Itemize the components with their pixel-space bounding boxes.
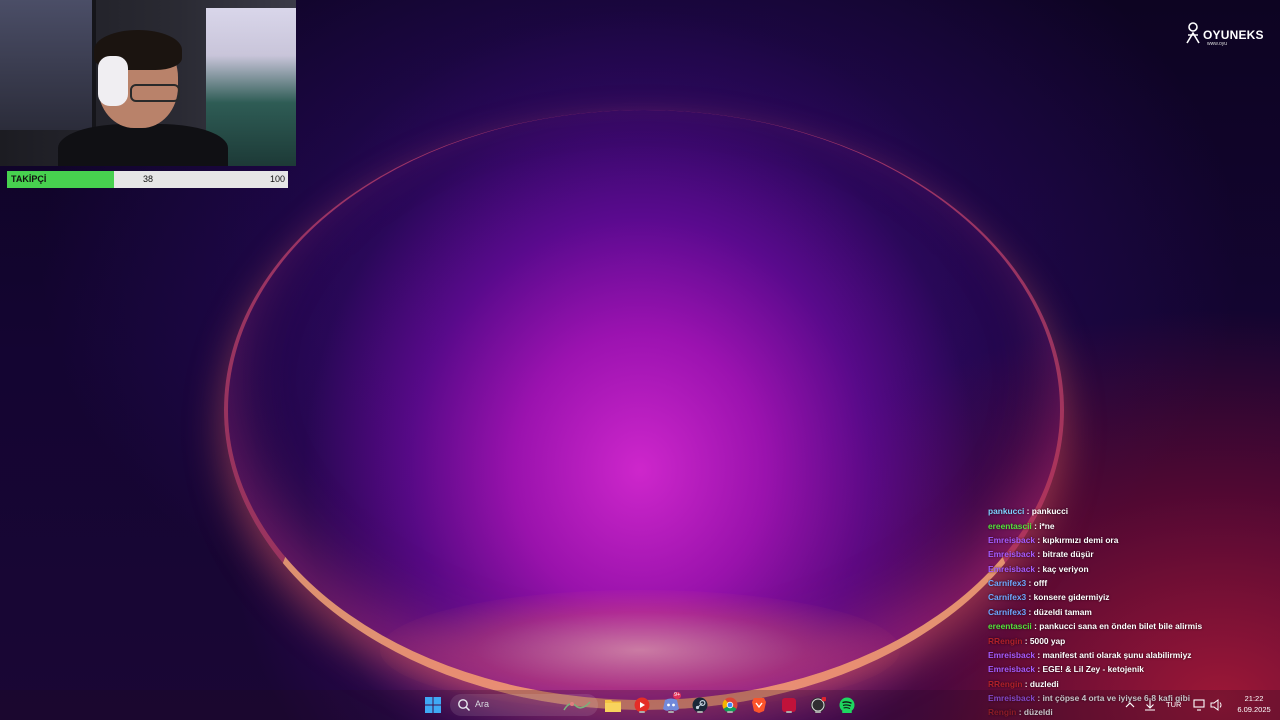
taskbar-obs[interactable] (809, 696, 827, 714)
discord-icon (663, 698, 679, 711)
running-indicator (639, 711, 645, 713)
chat-message: Emreisback : manifest anti olarak şunu a… (988, 650, 1191, 661)
chat-message: Emreisback : EGE! & Lil Zey - ketojenik (988, 664, 1144, 675)
chat-username: Carnifex3 (988, 578, 1027, 589)
chat-username: Carnifex3 (988, 606, 1027, 617)
chat-text: pankucci (1031, 506, 1069, 517)
taskbar-app-red[interactable] (780, 696, 798, 714)
chat-username: Emreisback (988, 649, 1036, 660)
chat-message: RRengin : duzledi (988, 679, 1059, 690)
chat-username: Emreisback (988, 535, 1036, 546)
chat-message: Emreisback : kıpkırmızı demi ora (988, 535, 1118, 546)
chat-username: RRengin (988, 678, 1023, 689)
chat-username: RRengin (988, 635, 1023, 646)
chat-text: duzledi (1029, 678, 1059, 689)
chat-username: Emreisback (988, 664, 1036, 675)
chat-text: bitrate düşür (1042, 549, 1094, 560)
chat-message: ereentascii : i*ne (988, 521, 1055, 532)
chat-message: ereentascii : pankucci sana en önden bil… (988, 621, 1202, 632)
chat-separator: : (1022, 678, 1030, 689)
logo-subtext: www.oyu (1207, 41, 1228, 47)
download-icon (1145, 700, 1155, 711)
monitor-icon (1193, 699, 1205, 711)
chat-text: kıpkırmızı demi ora (1042, 535, 1119, 546)
tray-volume[interactable] (1208, 696, 1226, 714)
chat-message: Carnifex3 : offf (988, 578, 1047, 589)
chat-overlay: pankucci : pankucci ereentascii : i*ne Emr… (988, 490, 1248, 720)
search-placeholder: Ara (475, 699, 490, 709)
chat-separator: : (1026, 606, 1034, 617)
chat-username: Emreisback (988, 549, 1036, 560)
chat-text: pankucci sana en önden bilet bile alirmi… (1039, 621, 1203, 632)
running-indicator (815, 711, 821, 713)
running-indicator (668, 711, 674, 713)
streamer-figure (58, 30, 228, 166)
running-indicator (697, 711, 703, 713)
brave-icon (752, 698, 766, 713)
taskbar-search[interactable]: Ara (450, 694, 598, 716)
taskbar: Ara 9+ TUR 21:22 6.09.2025 (0, 690, 1280, 720)
tray-display[interactable] (1191, 696, 1209, 714)
follower-goal-label: TAKİPÇİ (11, 174, 47, 184)
chat-text: offf (1033, 578, 1048, 589)
chat-message: Carnifex3 : konsere gidermiyiz (988, 592, 1110, 603)
speaker-icon (1210, 699, 1222, 711)
oyuneks-logo-icon (1186, 22, 1200, 44)
taskbar-brave[interactable] (750, 696, 768, 714)
chat-text: i*ne (1039, 520, 1055, 531)
chat-message: Emreisback : kaç veriyon (988, 564, 1089, 575)
chat-separator: : (1026, 578, 1034, 589)
taskbar-youtube[interactable] (633, 696, 651, 714)
windows-start-icon (425, 697, 441, 713)
chat-message: RRengin : 5000 yap (988, 636, 1065, 647)
taskbar-discord[interactable]: 9+ (662, 692, 682, 714)
clock-date: 6.09.2025 (1237, 705, 1271, 714)
follower-goal-current: 38 (143, 174, 154, 184)
chat-username: ereentascii (988, 621, 1032, 632)
tray-network[interactable] (1141, 696, 1159, 714)
start-button[interactable] (424, 696, 442, 714)
taskbar-spotify[interactable] (838, 696, 856, 714)
oyuneks-logo: OYUNEKS www.oyu (1183, 22, 1264, 50)
tray-language[interactable]: TUR (1166, 700, 1181, 712)
taskbar-chrome[interactable] (721, 696, 739, 714)
chat-username: Carnifex3 (988, 592, 1027, 603)
chat-separator: : (1024, 506, 1032, 517)
running-indicator (727, 711, 733, 713)
chat-message: Emreisback : bitrate düşür (988, 549, 1094, 560)
chat-text: kaç veriyon (1042, 563, 1089, 574)
logo-name: OYUNEKS (1203, 28, 1264, 42)
follower-goal-bar: TAKİPÇİ 38 100 (7, 171, 288, 188)
running-indicator (842, 711, 852, 713)
taskbar-steam[interactable] (691, 696, 709, 714)
file-explorer-icon (605, 700, 621, 712)
webcam-overlay (0, 0, 296, 166)
chat-username: pankucci (988, 506, 1025, 517)
follower-goal-target: 100 (269, 174, 285, 184)
chat-text: konsere gidermiyiz (1033, 592, 1110, 603)
search-highlight-icon (563, 701, 591, 711)
running-indicator (786, 711, 792, 713)
tray-clock[interactable]: 21:22 6.09.2025 (1230, 693, 1278, 715)
chat-separator: : (1026, 592, 1034, 603)
discord-badge: 9+ (673, 692, 682, 699)
chat-text: düzeldi tamam (1033, 606, 1092, 617)
chat-text: manifest anti olarak şunu alabilirmiyz (1042, 649, 1192, 660)
chevron-up-icon (1125, 702, 1135, 708)
taskbar-file-explorer[interactable] (604, 696, 622, 714)
chat-separator: : (1022, 635, 1030, 646)
chat-username: Emreisback (988, 563, 1036, 574)
chat-message: pankucci : pankucci (988, 506, 1068, 517)
chat-text: 5000 yap (1029, 635, 1066, 646)
search-icon (458, 699, 471, 712)
chat-username: ereentascii (988, 520, 1032, 531)
tray-overflow-button[interactable] (1121, 696, 1139, 714)
chat-message: Carnifex3 : düzeldi tamam (988, 607, 1092, 618)
chat-text: EGE! & Lil Zey - ketojenik (1042, 664, 1144, 675)
clock-time: 21:22 (1244, 694, 1264, 703)
